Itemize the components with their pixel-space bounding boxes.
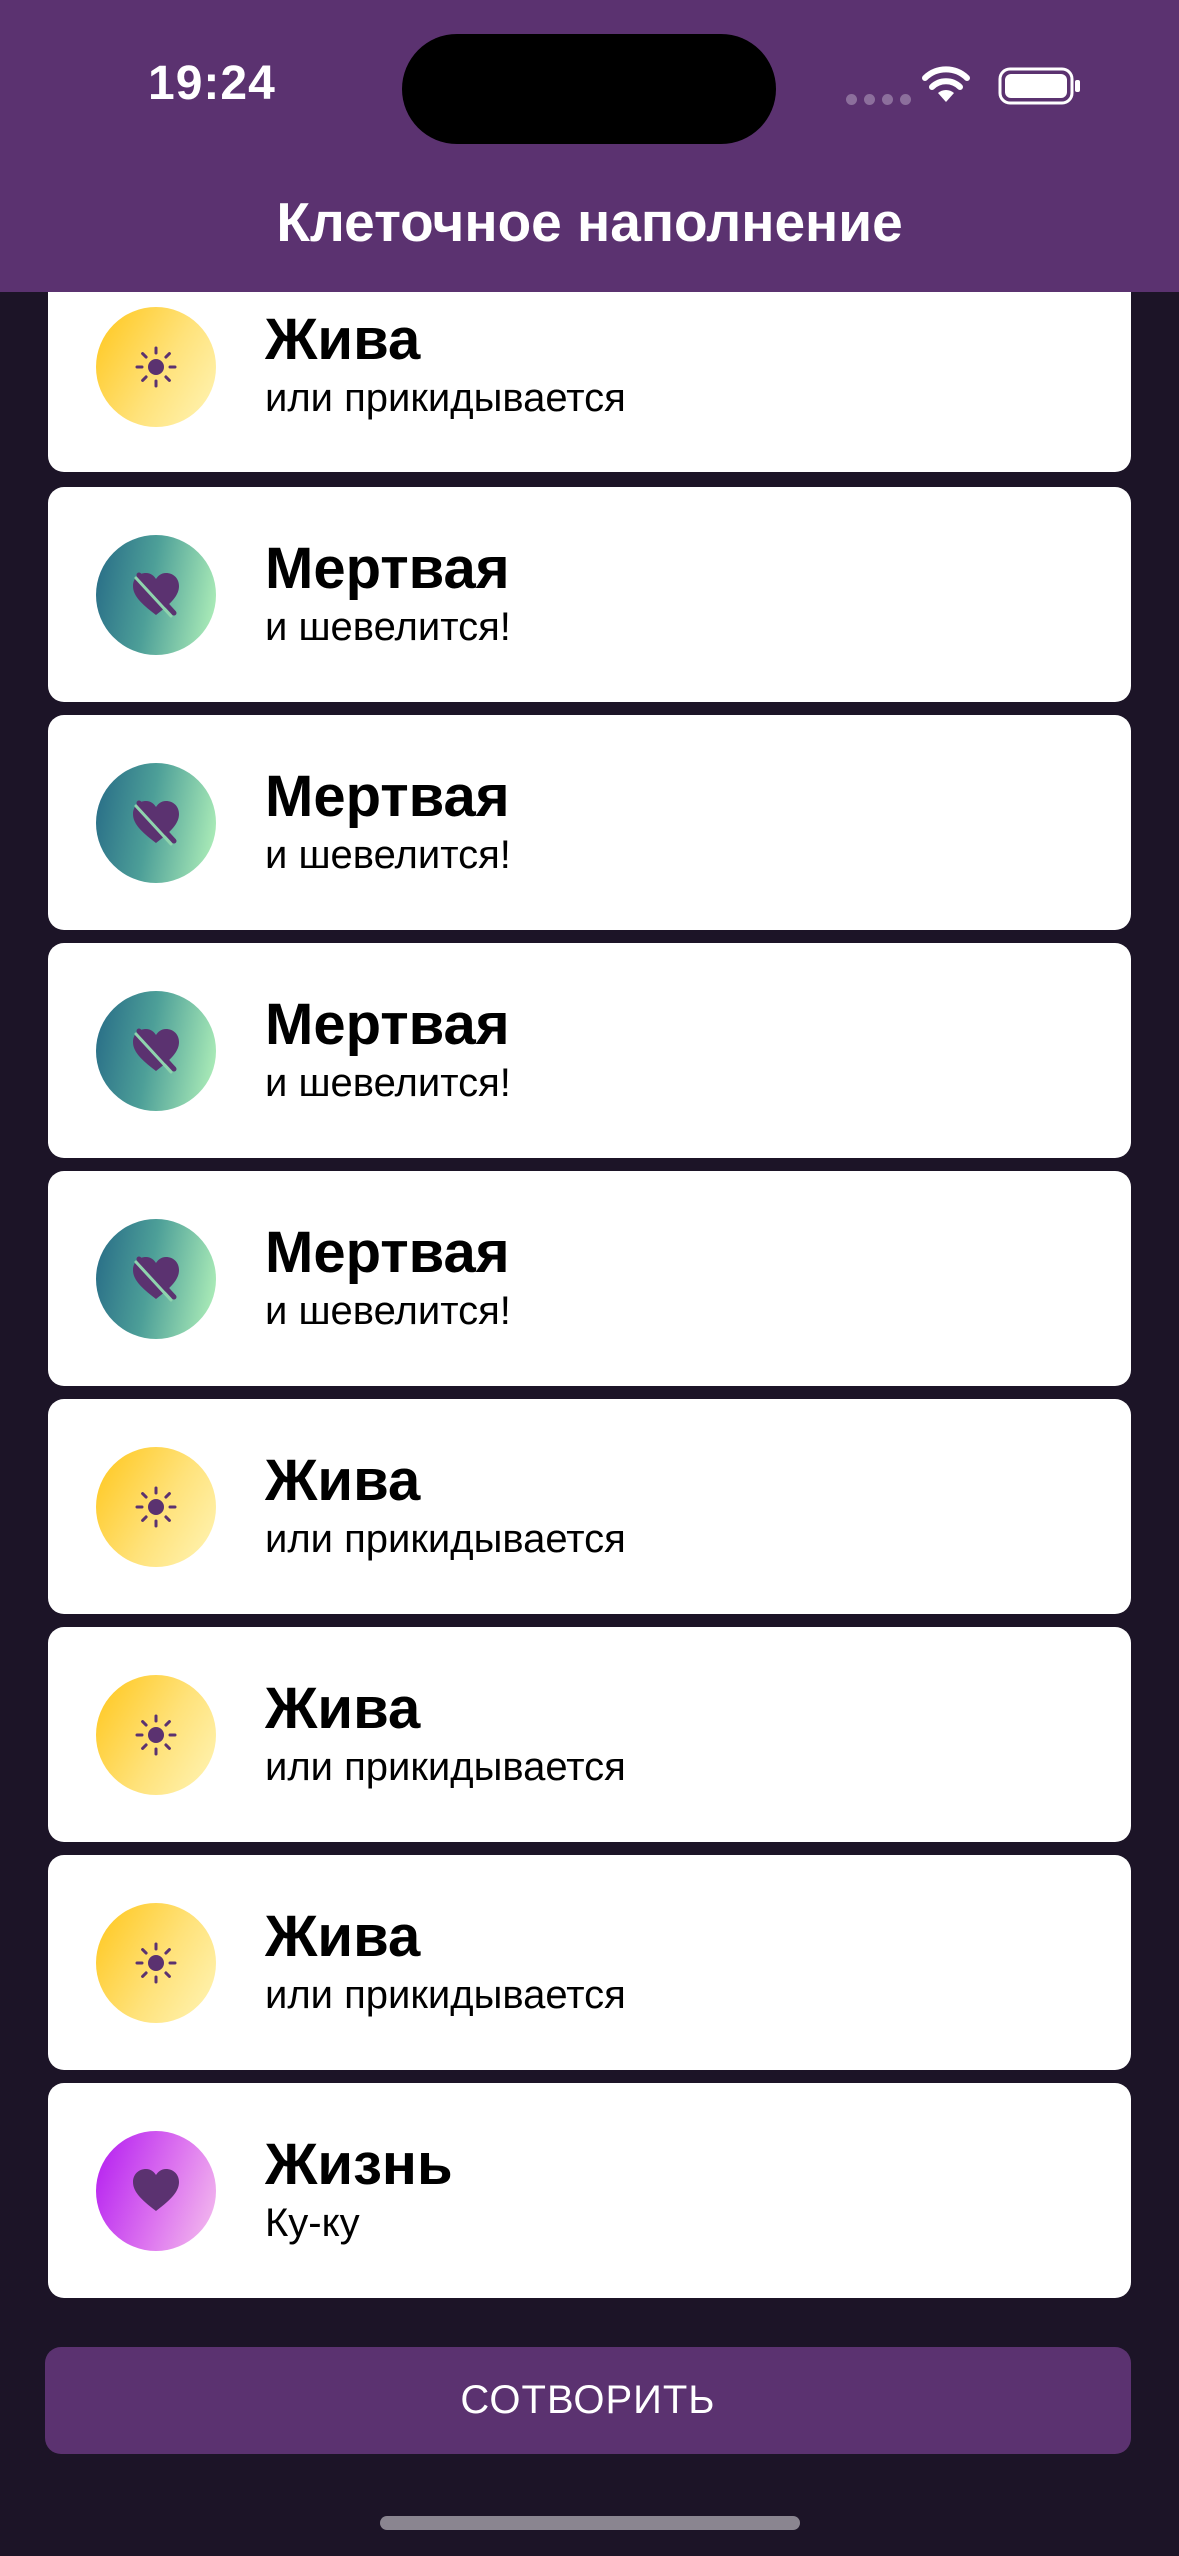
sun-icon <box>96 1447 216 1567</box>
cell-title: Жива <box>265 1676 421 1741</box>
cell-title: Жизнь <box>265 2132 453 2197</box>
heart-slash-icon <box>96 763 216 883</box>
cell-subtitle: и шевелится! <box>265 1289 511 1333</box>
cell-title: Мертвая <box>265 992 510 1057</box>
page-title: Клеточное наполнение <box>276 191 903 253</box>
sun-icon <box>96 1903 216 2023</box>
wifi-icon <box>922 66 970 102</box>
cell-subtitle: или прикидывается <box>265 1973 626 2017</box>
heart-slash-icon <box>96 1219 216 1339</box>
list-item: Жива или прикидывается <box>48 292 1131 472</box>
status-time: 19:24 <box>148 57 276 110</box>
list-item: Жива или прикидывается <box>48 1627 1131 1842</box>
cell-subtitle: и шевелится! <box>265 605 511 649</box>
list-item: Мертвая и шевелится! <box>48 487 1131 702</box>
dynamic-island <box>402 34 776 144</box>
heart-slash-icon <box>96 991 216 1111</box>
cell-title: Жива <box>265 1448 421 1513</box>
cell-title: Жива <box>265 1904 421 1969</box>
sun-icon <box>96 1675 216 1795</box>
cell-title: Мертвая <box>265 1220 510 1285</box>
cell-subtitle: или прикидывается <box>265 376 626 420</box>
cell-subtitle: и шевелится! <box>265 833 511 877</box>
battery-icon <box>998 67 1080 105</box>
heart-slash-icon <box>96 535 216 655</box>
home-indicator[interactable] <box>380 2516 800 2530</box>
cell-subtitle: и шевелится! <box>265 1061 511 1105</box>
cell-title: Жива <box>265 307 421 372</box>
cellular-signal-icon <box>846 94 911 105</box>
cell-subtitle: Ку-ку <box>265 2201 360 2245</box>
sun-icon <box>96 307 216 427</box>
list-item: Жива или прикидывается <box>48 1399 1131 1614</box>
create-button[interactable]: СОТВОРИТЬ <box>45 2347 1131 2454</box>
list-item: Жива или прикидывается <box>48 1855 1131 2070</box>
heart-icon <box>96 2131 216 2251</box>
list-item: Мертвая и шевелится! <box>48 1171 1131 1386</box>
cell-subtitle: или прикидывается <box>265 1745 626 1789</box>
cell-title: Мертвая <box>265 536 510 601</box>
cell-subtitle: или прикидывается <box>265 1517 626 1561</box>
list-item: Жизнь Ку-ку <box>48 2083 1131 2298</box>
cell-title: Мертвая <box>265 764 510 829</box>
navigation-bar: 19:24 Клеточное наполнение <box>0 0 1179 292</box>
list-item: Мертвая и шевелится! <box>48 715 1131 930</box>
list-item: Мертвая и шевелится! <box>48 943 1131 1158</box>
